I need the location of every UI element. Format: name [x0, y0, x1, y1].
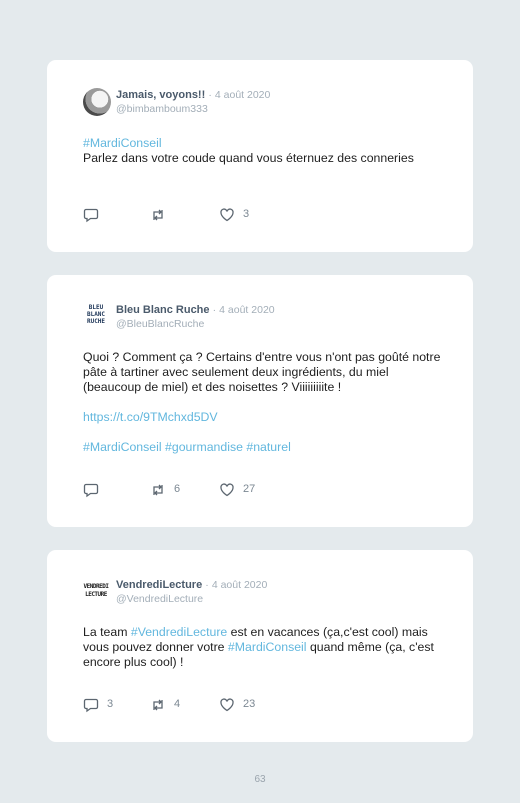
- like-count: 27: [243, 483, 256, 495]
- like-button[interactable]: 23: [219, 697, 259, 713]
- tweet-text: La team #VendrediLecture est en vacances…: [83, 625, 443, 670]
- separator: ·: [212, 304, 217, 316]
- author-handle[interactable]: @BleuBlancRuche: [116, 318, 204, 330]
- retweet-icon: [153, 484, 163, 496]
- retweet-button[interactable]: 6: [150, 482, 190, 498]
- retweet-count: 6: [174, 483, 181, 495]
- hashtag[interactable]: #MardiConseil: [228, 640, 307, 654]
- separator: ·: [205, 579, 209, 591]
- tweet-text: Quoi ? Comment ça ? Certains d'entre vou…: [83, 350, 443, 455]
- reply-icon: [83, 483, 99, 498]
- author-name[interactable]: Bleu Blanc Ruche: [116, 304, 210, 316]
- heart-icon: [220, 698, 234, 712]
- avatar[interactable]: BLEU BLANC RUCHE: [83, 303, 109, 332]
- tweet-card: VENDREDI LECTURE VendrediLecture · 4 aoû…: [47, 550, 473, 742]
- tweet-header: VENDREDI LECTURE VendrediLecture · 4 aoû…: [83, 578, 443, 608]
- tweet-link[interactable]: https://t.co/9TMchxd5DV: [83, 410, 218, 424]
- hashtags[interactable]: #MardiConseil #gourmandise #naturel: [83, 440, 291, 454]
- separator: ·: [208, 89, 212, 101]
- tweet-actions: 3: [83, 207, 443, 223]
- like-button[interactable]: 3: [219, 207, 259, 223]
- tweet-header: Jamais, voyons!! · 4 août 2020 @bimbambo…: [83, 88, 443, 118]
- tweet-date[interactable]: 4 août 2020: [212, 579, 267, 591]
- author-name[interactable]: Jamais, voyons!!: [116, 89, 205, 101]
- retweet-button[interactable]: 4: [150, 697, 190, 713]
- retweet-button[interactable]: [150, 207, 190, 223]
- reply-button[interactable]: [83, 482, 123, 498]
- page-number: 63: [254, 774, 266, 785]
- author-name[interactable]: VendrediLecture: [116, 579, 202, 591]
- like-count: 3: [243, 208, 250, 220]
- tweet-header: BLEU BLANC RUCHE Bleu Blanc Ruche · 4 ao…: [83, 303, 443, 333]
- tweet-date[interactable]: 4 août 2020: [219, 304, 274, 316]
- hashtag[interactable]: #VendrediLecture: [131, 625, 227, 639]
- retweet-icon: [153, 209, 163, 221]
- reply-button[interactable]: [83, 207, 123, 223]
- tweet-card: BLEU BLANC RUCHE Bleu Blanc Ruche · 4 ao…: [47, 275, 473, 527]
- tweet-card: Jamais, voyons!! · 4 août 2020 @bimbambo…: [47, 60, 473, 252]
- tweet-sentence: Quoi ? Comment ça ? Certains d'entre vou…: [83, 350, 441, 394]
- avatar[interactable]: [83, 88, 111, 116]
- heart-icon: [220, 483, 234, 497]
- like-count: 23: [243, 698, 256, 710]
- avatar[interactable]: VENDREDI LECTURE: [83, 578, 109, 611]
- tweet-sentence: Parlez dans votre coude quand vous étern…: [83, 151, 414, 165]
- reply-button[interactable]: 3: [83, 697, 123, 713]
- text-segment: La team: [83, 625, 131, 639]
- heart-icon: [220, 208, 234, 222]
- hashtag[interactable]: #MardiConseil: [83, 136, 162, 150]
- retweet-icon: [153, 699, 163, 711]
- reply-icon: [83, 208, 99, 223]
- tweet-actions: 6 27: [83, 482, 443, 498]
- author-handle[interactable]: @bimbamboum333: [116, 103, 208, 115]
- like-button[interactable]: 27: [219, 482, 259, 498]
- retweet-count: 4: [174, 698, 181, 710]
- tweet-text: #MardiConseil Parlez dans votre coude qu…: [83, 136, 443, 166]
- reply-icon: [83, 698, 99, 713]
- author-handle[interactable]: @VendrediLecture: [116, 593, 203, 605]
- tweet-date[interactable]: 4 août 2020: [215, 89, 270, 101]
- tweet-actions: 3 4 23: [83, 697, 443, 713]
- reply-count: 3: [107, 698, 114, 710]
